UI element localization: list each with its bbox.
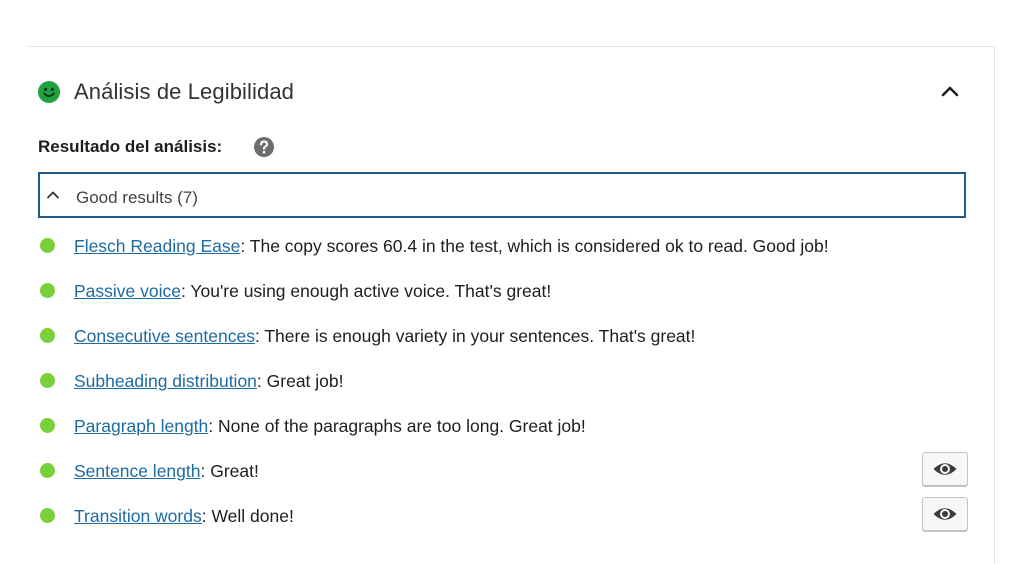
- eye-icon: [933, 463, 957, 475]
- result-item: Flesch Reading Ease: The copy scores 60.…: [38, 223, 970, 268]
- result-link[interactable]: Passive voice: [74, 281, 181, 301]
- highlight-button[interactable]: [922, 452, 968, 486]
- result-text: Consecutive sentences: There is enough v…: [74, 326, 695, 347]
- result-item: Subheading distribution: Great job!: [38, 358, 970, 403]
- panel-header[interactable]: Análisis de Legibilidad: [27, 47, 994, 135]
- result-text: Passive voice: You're using enough activ…: [74, 281, 551, 302]
- question-circle-icon[interactable]: [253, 136, 275, 158]
- result-link[interactable]: Consecutive sentences: [74, 326, 255, 346]
- result-description: : You're using enough active voice. That…: [181, 281, 552, 301]
- result-link[interactable]: Sentence length: [74, 461, 201, 481]
- result-text: Subheading distribution: Great job!: [74, 371, 344, 392]
- result-item: Paragraph length: None of the paragraphs…: [38, 403, 970, 448]
- good-status-dot: [40, 418, 55, 433]
- result-text: Sentence length: Great!: [74, 461, 259, 482]
- good-results-label: Good results (7): [76, 188, 198, 207]
- result-link[interactable]: Subheading distribution: [74, 371, 257, 391]
- good-results-toggle[interactable]: Good results (7): [38, 172, 966, 218]
- good-status-dot: [40, 463, 55, 478]
- result-description: : The copy scores 60.4 in the test, whic…: [240, 236, 829, 256]
- result-link[interactable]: Transition words: [74, 506, 202, 526]
- good-status-dot: [40, 373, 55, 388]
- result-text: Flesch Reading Ease: The copy scores 60.…: [74, 236, 829, 257]
- good-status-dot: [40, 508, 55, 523]
- chevron-up-icon[interactable]: [935, 77, 965, 107]
- result-description: : Well done!: [201, 506, 294, 526]
- smiley-icon: [38, 81, 60, 103]
- highlight-button[interactable]: [922, 497, 968, 531]
- result-link[interactable]: Flesch Reading Ease: [74, 236, 240, 256]
- chevron-up-icon: [47, 191, 59, 199]
- eye-icon: [933, 508, 957, 520]
- result-item: Sentence length: Great!: [38, 448, 970, 493]
- result-description: : None of the paragraphs are too long. G…: [208, 416, 586, 436]
- result-text: Paragraph length: None of the paragraphs…: [74, 416, 586, 437]
- result-description: : Great job!: [256, 371, 344, 391]
- analysis-result-label: Resultado del análisis:: [38, 137, 223, 156]
- result-item: Transition words: Well done!: [38, 493, 970, 538]
- result-text: Transition words: Well done!: [74, 506, 294, 527]
- result-link[interactable]: Paragraph length: [74, 416, 208, 436]
- panel-title: Análisis de Legibilidad: [74, 79, 295, 104]
- result-description: : Great!: [200, 461, 259, 481]
- good-status-dot: [40, 283, 55, 298]
- result-description: : There is enough variety in your senten…: [254, 326, 696, 346]
- result-item: Passive voice: You're using enough activ…: [38, 268, 970, 313]
- good-status-dot: [40, 238, 55, 253]
- readability-analysis-panel: Análisis de Legibilidad Resultado del an…: [27, 46, 995, 564]
- good-status-dot: [40, 328, 55, 343]
- result-item: Consecutive sentences: There is enough v…: [38, 313, 970, 358]
